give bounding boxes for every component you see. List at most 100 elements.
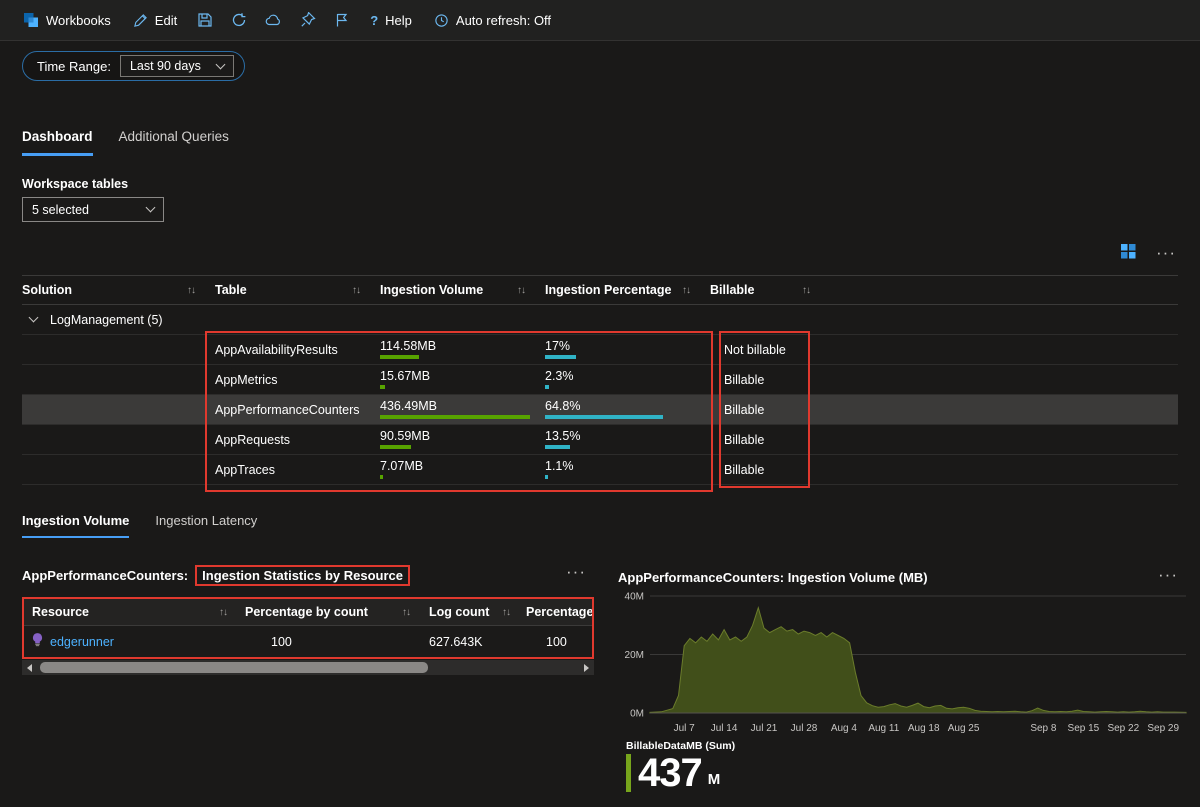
time-range-select[interactable]: Last 90 days (120, 55, 234, 77)
percentage-cell: 17% (545, 335, 710, 364)
log-count-cell: 627.643K (419, 635, 524, 649)
share-flag-icon (334, 12, 350, 28)
more-menu-icon[interactable]: ··· (566, 567, 586, 577)
column-resource[interactable]: Resource ↑↓ (24, 599, 239, 625)
volume-bar (380, 475, 383, 479)
svg-text:Jul 7: Jul 7 (674, 723, 696, 734)
column-ingestion-volume[interactable]: Ingestion Volume ↑↓ (380, 276, 545, 304)
horizontal-scrollbar[interactable] (22, 660, 594, 675)
cloud-save-button[interactable] (256, 0, 291, 40)
sort-icon[interactable]: ↑↓ (802, 285, 810, 296)
ingestion-table-header: Solution ↑↓ Table ↑↓ Ingestion Volume ↑↓… (22, 275, 1178, 305)
scrollbar-thumb[interactable] (40, 662, 428, 673)
svg-text:Sep 15: Sep 15 (1068, 723, 1100, 734)
table-row[interactable]: AppMetrics15.67MB2.3%Billable (22, 365, 1178, 395)
column-ingestion-percentage[interactable]: Ingestion Percentage ↑↓ (545, 276, 710, 304)
column-table[interactable]: Table ↑↓ (215, 276, 380, 304)
pencil-icon (133, 13, 148, 28)
workspace-tables-value: 5 selected (32, 203, 89, 217)
billable-cell: Billable (710, 425, 830, 454)
help-button[interactable]: ? Help (359, 0, 423, 40)
column-solution[interactable]: Solution ↑↓ (22, 276, 215, 304)
volume-cell: 114.58MB (380, 335, 545, 364)
auto-refresh-button[interactable]: Auto refresh: Off (423, 0, 562, 40)
tab-dashboard[interactable]: Dashboard (22, 129, 93, 156)
tab-ingestion-volume[interactable]: Ingestion Volume (22, 513, 129, 538)
column-billable[interactable]: Billable ↑↓ (710, 276, 830, 304)
column-percentage[interactable]: Percentage (524, 599, 592, 625)
page-tabs: Dashboard Additional Queries (22, 129, 229, 156)
pin-button[interactable] (291, 0, 325, 40)
workbooks-home-button[interactable]: Workbooks (12, 0, 122, 40)
percentage-value-cell: 100 (524, 635, 592, 649)
group-row-logmanagement[interactable]: LogManagement (5) (22, 305, 1178, 335)
svg-text:Aug 25: Aug 25 (948, 723, 980, 734)
solution-cell (22, 455, 215, 484)
resource-table: Resource ↑↓ Percentage by count ↑↓ Log c… (22, 597, 594, 659)
refresh-icon (231, 12, 247, 28)
save-icon (197, 12, 213, 28)
edit-button[interactable]: Edit (122, 0, 188, 40)
more-menu-icon[interactable]: ··· (1156, 248, 1176, 258)
more-menu-icon[interactable]: ··· (1158, 570, 1178, 580)
table-row[interactable]: AppAvailabilityResults114.58MB17%Not bil… (22, 335, 1178, 365)
sort-icon[interactable]: ↑↓ (352, 285, 360, 296)
svg-text:Aug 11: Aug 11 (868, 723, 899, 734)
solution-cell (22, 335, 215, 364)
svg-text:20M: 20M (625, 650, 644, 661)
share-button[interactable] (325, 0, 359, 40)
resource-title-prefix: AppPerformanceCounters: (22, 568, 188, 583)
resource-title-highlight: Ingestion Statistics by Resource (195, 565, 410, 586)
pin-icon (300, 12, 316, 28)
sort-icon[interactable]: ↑↓ (402, 607, 410, 618)
table-row[interactable]: AppTraces7.07MB1.1%Billable (22, 455, 1178, 485)
resource-link[interactable]: edgerunner (50, 635, 114, 649)
sort-icon[interactable]: ↑↓ (502, 607, 510, 618)
save-button[interactable] (188, 0, 222, 40)
column-log-count[interactable]: Log count ↑↓ (419, 599, 524, 625)
legend-color-bar (626, 754, 631, 792)
sort-icon[interactable]: ↑↓ (517, 285, 525, 296)
refresh-button[interactable] (222, 0, 256, 40)
chevron-down-icon (146, 203, 156, 213)
workspace-tables-select[interactable]: 5 selected (22, 197, 164, 222)
workspace-tables-label: Workspace tables (22, 177, 128, 191)
billable-cell: Billable (710, 455, 830, 484)
svg-text:Jul 14: Jul 14 (711, 723, 738, 734)
resource-cell: edgerunner (24, 633, 239, 650)
workbooks-page: Workbooks Edit (0, 0, 1200, 807)
scroll-left-arrow-icon[interactable] (22, 660, 37, 675)
grid-icon[interactable] (1121, 244, 1136, 262)
ingestion-table: Solution ↑↓ Table ↑↓ Ingestion Volume ↑↓… (22, 275, 1178, 485)
sort-icon[interactable]: ↑↓ (682, 285, 690, 296)
table-row[interactable]: AppRequests90.59MB13.5%Billable (22, 425, 1178, 455)
chevron-down-icon (29, 313, 39, 323)
legend-total-value: 437 (638, 754, 702, 792)
svg-text:Aug 4: Aug 4 (831, 723, 858, 734)
sort-icon[interactable]: ↑↓ (187, 285, 195, 296)
table-row[interactable]: AppPerformanceCounters436.49MB64.8%Billa… (22, 395, 1178, 425)
volume-cell: 90.59MB (380, 425, 545, 454)
column-percentage-by-count[interactable]: Percentage by count ↑↓ (239, 599, 419, 625)
tab-additional-queries[interactable]: Additional Queries (119, 129, 229, 156)
workbooks-label: Workbooks (46, 13, 111, 28)
grid-actions: ··· (1121, 244, 1176, 262)
tab-ingestion-latency[interactable]: Ingestion Latency (155, 513, 257, 538)
volume-bar (380, 415, 530, 419)
svg-text:Aug 18: Aug 18 (908, 723, 940, 734)
chart-legend: BillableDataMB (Sum) 437 M (626, 740, 735, 792)
svg-text:Jul 21: Jul 21 (751, 723, 778, 734)
volume-panel-title: AppPerformanceCounters: Ingestion Volume… (618, 570, 928, 585)
svg-text:Sep 22: Sep 22 (1107, 723, 1139, 734)
svg-text:0M: 0M (630, 709, 644, 720)
volume-bar (380, 445, 411, 449)
svg-text:Sep 8: Sep 8 (1030, 723, 1057, 734)
volume-cell: 15.67MB (380, 365, 545, 394)
percentage-bar (545, 385, 549, 389)
sort-icon[interactable]: ↑↓ (219, 607, 227, 618)
resource-table-body: edgerunner100627.643K100 (24, 626, 592, 657)
scroll-right-arrow-icon[interactable] (579, 660, 594, 675)
cloud-icon (265, 12, 282, 28)
percentage-bar (545, 415, 663, 419)
resource-row: edgerunner100627.643K100 (24, 626, 592, 657)
